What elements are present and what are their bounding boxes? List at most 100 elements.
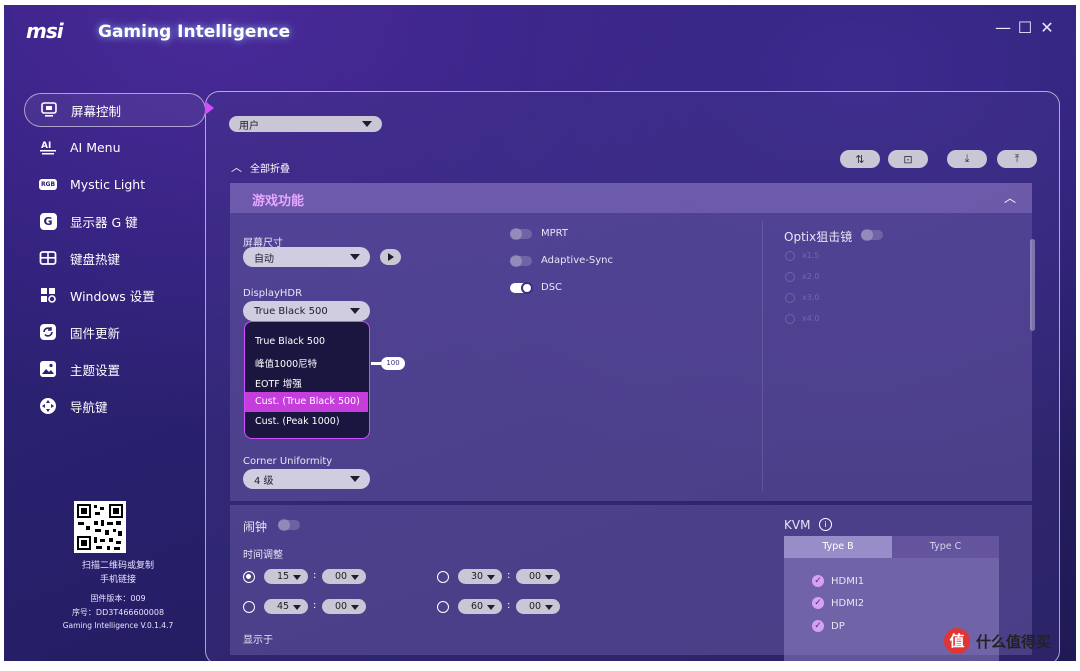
svg-text:AI: AI (41, 141, 51, 151)
qr-caption: 扫描二维码或复制 (81, 561, 154, 571)
export-icon: ⤒ (1014, 152, 1020, 165)
export-button[interactable]: ⤒ (997, 150, 1037, 168)
chevron-down-icon (293, 604, 301, 610)
alarm-preset-radio[interactable] (243, 601, 255, 613)
slider-track (371, 362, 381, 365)
sidebar-item-theme-settings[interactable]: 主题设置 (24, 352, 206, 386)
serial-number: 序号：DD3T466600008 (71, 608, 165, 617)
adaptive-sync-toggle[interactable] (510, 255, 532, 267)
hdmi1-label: HDMI1 (831, 576, 865, 587)
corner-uniformity-value: 4 级 (254, 475, 274, 487)
chevron-down-icon (545, 574, 553, 580)
hdmi2-label: HDMI2 (831, 598, 865, 609)
maximize-button[interactable]: ☐ (1016, 19, 1034, 37)
minimize-button[interactable]: — (994, 19, 1012, 37)
seconds-value: 00 (335, 571, 348, 582)
dsc-toggle[interactable] (510, 282, 533, 294)
sidebar-item-label: 屏幕控制 (71, 103, 122, 119)
sidebar-item-label: 固件更新 (70, 325, 121, 341)
dropdown-option[interactable]: Cust. (Peak 1000) (245, 412, 368, 432)
screenshot-icon: ⊡ (903, 152, 913, 166)
alarm-seconds-select[interactable]: 00 (322, 599, 366, 614)
chevron-down-icon (487, 574, 495, 580)
chevron-down-icon (293, 574, 301, 580)
chevron-up-icon: ︿ (231, 161, 242, 174)
dropdown-option-highlighted[interactable]: Cust. (True Black 500) (245, 392, 368, 412)
sidebar-item-g-key[interactable]: G 显示器 G 键 (24, 204, 206, 238)
game-section-header[interactable]: 游戏功能 (230, 183, 1032, 213)
sidebar-item-firmware-update[interactable]: 固件更新 (24, 315, 206, 349)
sidebar-item-mystic-light[interactable]: RGB Mystic Light (24, 167, 206, 201)
alarm-minutes-select[interactable]: 60 (458, 599, 502, 614)
optix-option-radio (785, 251, 795, 261)
profile-select-value: 用户 (239, 120, 259, 132)
mprt-toggle[interactable] (510, 228, 532, 240)
dropdown-option[interactable]: EOTF 增强 (245, 372, 368, 392)
section-title: 游戏功能 (252, 194, 305, 209)
collapse-section-icon[interactable]: ︿ (1004, 189, 1016, 206)
info-icon[interactable]: i (819, 518, 832, 531)
alarm-preset-radio[interactable] (243, 571, 255, 583)
seconds-value: 00 (529, 571, 542, 582)
alarm-minutes-select[interactable]: 15 (264, 569, 308, 584)
seconds-value: 00 (335, 601, 348, 612)
alarm-minutes-select[interactable]: 30 (458, 569, 502, 584)
sidebar-item-screen-control[interactable]: 屏幕控制 (24, 93, 206, 127)
alarm-seconds-select[interactable]: 00 (516, 599, 560, 614)
display-hdr-label: DisplayHDR (243, 288, 303, 299)
minutes-value: 45 (277, 601, 290, 612)
corner-uniformity-select[interactable]: 4 级 (243, 469, 370, 489)
sidebar-item-label: 显示器 G 键 (70, 214, 138, 230)
screenshot-button[interactable]: ⊡ (888, 150, 928, 168)
windows-icon (38, 285, 58, 305)
qr-caption-line2: 手机链接 (99, 575, 136, 585)
dropdown-option[interactable]: True Black 500 (245, 332, 368, 352)
dropdown-option[interactable]: 峰值1000尼特 (245, 352, 368, 372)
hdmi2-checkbox[interactable]: ✓ (812, 597, 824, 609)
display-hdr-select[interactable]: True Black 500 (243, 301, 370, 321)
sort-button[interactable]: ⇅ (840, 150, 880, 168)
preview-button[interactable] (380, 249, 401, 265)
screen-size-value: 自动 (254, 253, 274, 265)
optix-option-radio (785, 272, 795, 282)
display-hdr-value: True Black 500 (254, 305, 328, 317)
close-button[interactable]: ✕ (1038, 19, 1056, 37)
sidebar-item-keyboard-hotkey[interactable]: 键盘热键 (24, 241, 206, 275)
sidebar-item-navigation-key[interactable]: 导航键 (24, 389, 206, 423)
chevron-down-icon (350, 476, 360, 482)
time-separator: : (313, 600, 317, 611)
optix-scope-label: Optix狙击镜 (784, 230, 853, 244)
sidebar-item-ai-menu[interactable]: AI AI Menu (24, 130, 206, 164)
screen-size-select[interactable]: 自动 (243, 247, 370, 267)
sidebar-item-windows-settings[interactable]: Windows 设置 (24, 278, 206, 312)
optix-scope-toggle[interactable] (861, 229, 883, 241)
tab-type-c[interactable]: Type C (892, 536, 999, 558)
toggle-knob (510, 228, 522, 240)
chevron-down-icon (350, 254, 360, 260)
collapse-all-button[interactable]: ︿ 全部折叠 (231, 159, 290, 175)
keyboard-icon (38, 248, 58, 268)
profile-select[interactable]: 用户 (229, 116, 382, 132)
watermark: 值 什么值得买 (944, 628, 1051, 654)
app-version: Gaming Intelligence V.0.1.4.7 (62, 621, 174, 630)
dp-checkbox[interactable]: ✓ (812, 620, 824, 632)
chevron-down-icon (487, 604, 495, 610)
scrollbar[interactable] (1030, 239, 1035, 331)
alarm-toggle[interactable] (278, 519, 300, 531)
sidebar-item-label: AI Menu (70, 139, 121, 155)
alarm-preset-radio[interactable] (437, 601, 449, 613)
navigation-key-icon (38, 396, 58, 416)
chevron-down-icon (351, 574, 359, 580)
alarm-minutes-select[interactable]: 45 (264, 599, 308, 614)
alarm-preset-radio[interactable] (437, 571, 449, 583)
import-button[interactable]: ⤓ (947, 150, 987, 168)
alarm-seconds-select[interactable]: 00 (322, 569, 366, 584)
slider-value[interactable]: 100 (381, 357, 405, 370)
chevron-down-icon (545, 604, 553, 610)
hdmi1-checkbox[interactable]: ✓ (812, 575, 824, 587)
minutes-value: 15 (277, 571, 290, 582)
sidebar-item-label: 导航键 (70, 399, 108, 415)
import-icon: ⤓ (964, 152, 970, 165)
tab-type-b[interactable]: Type B (784, 536, 892, 558)
alarm-seconds-select[interactable]: 00 (516, 569, 560, 584)
